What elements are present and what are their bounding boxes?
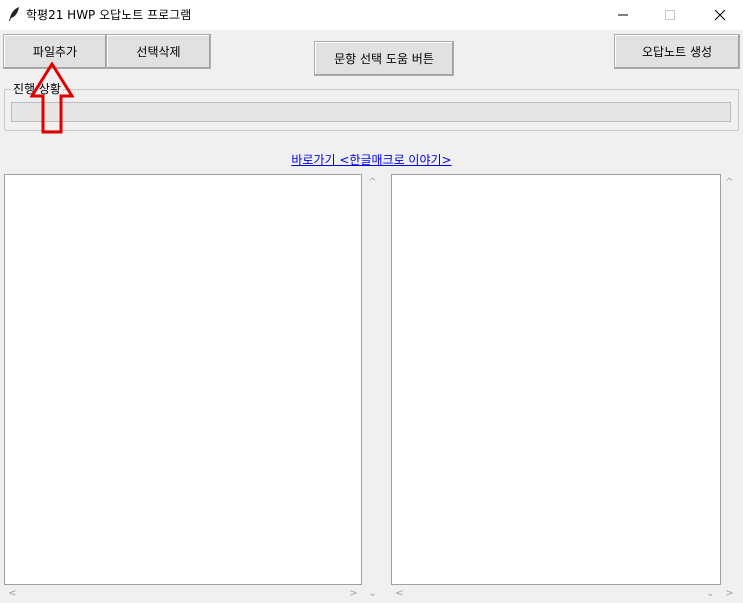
scroll-up-icon[interactable]: ^ <box>721 174 738 191</box>
scroll-left-icon[interactable]: < <box>4 585 21 602</box>
red-arrow-up-icon <box>30 62 74 134</box>
scroll-down-icon[interactable]: ⌄ <box>364 585 381 602</box>
progress-bar <box>11 102 731 122</box>
minimize-icon <box>618 14 628 16</box>
left-listbox[interactable] <box>4 174 362 585</box>
window-title: 학평21 HWP 오답노트 프로그램 <box>26 8 192 22</box>
left-vertical-scrollbar[interactable]: ^ ⌄ <box>364 174 381 599</box>
title-bar[interactable]: 학평21 HWP 오답노트 프로그램 <box>0 0 743 30</box>
close-button[interactable] <box>700 0 740 30</box>
question-help-button[interactable]: 문항 선택 도움 버튼 <box>314 41 454 76</box>
maximize-button[interactable] <box>650 0 690 30</box>
delete-selected-button[interactable]: 선택삭제 <box>106 34 211 69</box>
progress-group: 진행 상황 <box>4 81 739 131</box>
right-vertical-scrollbar[interactable]: ^ <box>721 174 738 585</box>
scroll-left-icon[interactable]: < <box>391 585 408 602</box>
shortcut-link[interactable]: 바로가기 <한글매크로 이야기> <box>0 151 743 168</box>
close-icon <box>714 9 726 21</box>
scroll-right-icon[interactable]: > <box>721 585 738 602</box>
scroll-up-icon[interactable]: ^ <box>364 174 381 191</box>
right-horizontal-scrollbar[interactable]: < > <box>391 585 738 602</box>
scroll-right-icon[interactable]: > <box>345 585 362 602</box>
feather-icon <box>9 7 19 21</box>
right-listbox[interactable] <box>391 174 721 585</box>
minimize-button[interactable] <box>603 0 643 30</box>
generate-note-button[interactable]: 오답노트 생성 <box>614 34 740 69</box>
maximize-icon <box>665 10 675 20</box>
scroll-down-icon[interactable]: ⌄ <box>702 585 719 602</box>
left-horizontal-scrollbar[interactable]: < > <box>4 585 362 602</box>
